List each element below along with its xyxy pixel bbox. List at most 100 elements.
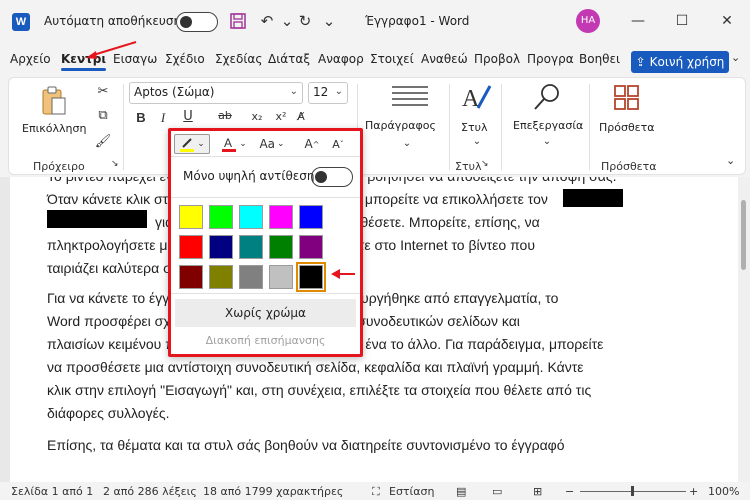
- svg-text:A: A: [224, 136, 232, 150]
- color-swatch[interactable]: [179, 205, 203, 229]
- styles-label[interactable]: Στυλ: [461, 121, 487, 134]
- font-name-combo[interactable]: Aptos (Σώμα) ⌄: [129, 82, 303, 104]
- shrink-font-icon[interactable]: Aˇ: [327, 134, 349, 154]
- close-icon[interactable]: ✕: [716, 10, 738, 32]
- color-swatch[interactable]: [209, 235, 233, 259]
- quick-access-more-icon[interactable]: ⌄: [318, 10, 340, 32]
- paragraph-icon[interactable]: [389, 84, 431, 114]
- color-swatch[interactable]: [269, 235, 293, 259]
- tab-developer[interactable]: Προγρα: [527, 52, 574, 66]
- italic-button[interactable]: I: [155, 110, 171, 126]
- document-title: Έγγραφο1 - Word: [365, 14, 470, 28]
- color-swatch[interactable]: [209, 265, 233, 289]
- highlight-button[interactable]: ⌄: [174, 134, 210, 154]
- word-count[interactable]: 2 από 286 λέξεις: [103, 485, 197, 498]
- tab-layout[interactable]: Διάταξ: [268, 52, 310, 66]
- font-size-value: 12: [313, 85, 329, 99]
- font-name-value: Aptos (Σώμα): [134, 85, 215, 99]
- tab-view[interactable]: Προβολ: [474, 52, 520, 66]
- subscript-button[interactable]: x₂: [247, 110, 267, 123]
- editing-label[interactable]: Επεξεργασία: [513, 119, 583, 132]
- color-swatch[interactable]: [239, 235, 263, 259]
- autosave-label: Αυτόματη αποθήκευση: [44, 14, 182, 28]
- tab-references[interactable]: Αναφορ: [318, 52, 364, 66]
- user-avatar[interactable]: HA: [576, 9, 600, 33]
- status-bar: Σελίδα 1 από 1 2 από 286 λέξεις 18 από 1…: [0, 482, 750, 500]
- minimize-icon[interactable]: —: [627, 10, 649, 32]
- styles-launcher-icon[interactable]: ↘: [481, 159, 489, 169]
- search-icon[interactable]: [531, 82, 563, 114]
- page-count[interactable]: Σελίδα 1 από 1: [11, 485, 93, 498]
- styles-icon[interactable]: A: [459, 82, 493, 116]
- share-button[interactable]: ⇪ Κοινή χρήση: [631, 51, 729, 73]
- tab-file[interactable]: Αρχείο: [10, 52, 51, 66]
- color-swatch[interactable]: [269, 205, 293, 229]
- copy-icon[interactable]: ⧉: [93, 108, 113, 123]
- web-layout-icon[interactable]: ⊞: [533, 485, 542, 498]
- stop-highlight-button[interactable]: Διακοπή επισήμανσης: [171, 329, 360, 351]
- color-swatch[interactable]: [179, 265, 203, 289]
- tab-design[interactable]: Σχεδίας: [215, 52, 262, 66]
- format-painter-icon[interactable]: 🖌: [93, 134, 113, 149]
- paste-icon[interactable]: [39, 86, 69, 118]
- undo-icon[interactable]: ↶: [256, 10, 278, 32]
- underline-button[interactable]: U: [180, 109, 196, 124]
- color-swatch[interactable]: [269, 265, 293, 289]
- color-swatch[interactable]: [209, 205, 233, 229]
- clipboard-launcher-icon[interactable]: ↘: [111, 159, 119, 169]
- styles-dropdown-icon[interactable]: ⌄: [467, 136, 487, 147]
- addins-label[interactable]: Πρόσθετα: [599, 121, 655, 134]
- font-size-combo[interactable]: 12 ⌄: [308, 82, 348, 104]
- color-swatch[interactable]: [239, 205, 263, 229]
- tab-draw[interactable]: Σχέδιο: [165, 52, 205, 66]
- grow-font-icon[interactable]: A ^: [301, 134, 323, 154]
- focus-label[interactable]: Εστίαση: [389, 485, 434, 498]
- color-swatch[interactable]: [179, 235, 203, 259]
- highlight-color-popup: ⌄ A ⌄ Aa ⌄ A ^ Aˇ Μόνο υψηλή αντίθεση Χωρί…: [168, 128, 363, 357]
- tab-help[interactable]: Βοηθει: [579, 52, 620, 66]
- share-label: Κοινή χρήση: [649, 55, 725, 69]
- annotation-arrow-tab: [86, 41, 137, 59]
- color-swatch[interactable]: [299, 205, 323, 229]
- paragraph-label[interactable]: Παράγραφος: [365, 119, 436, 132]
- change-case-button[interactable]: Aa ⌄: [255, 134, 289, 154]
- clear-format-icon[interactable]: A̸: [291, 110, 311, 123]
- tab-mailings[interactable]: Στοιχεί: [370, 52, 414, 66]
- zoom-slider-thumb[interactable]: [631, 486, 634, 496]
- paste-label[interactable]: Επικόλληση: [22, 122, 86, 135]
- high-contrast-label: Μόνο υψηλή αντίθεση: [183, 169, 315, 183]
- high-contrast-toggle[interactable]: [311, 167, 353, 187]
- editing-dropdown-icon[interactable]: ⌄: [537, 136, 557, 147]
- cut-icon[interactable]: ✂: [93, 84, 113, 99]
- print-layout-icon[interactable]: ▭: [492, 485, 502, 498]
- text-line: Το βίντεο παρέχει έναν εξαιρετικό τρόπο …: [47, 177, 687, 188]
- color-swatch[interactable]: [299, 235, 323, 259]
- paragraph-dropdown-icon[interactable]: ⌄: [397, 138, 417, 149]
- bold-button[interactable]: B: [133, 110, 149, 125]
- focus-icon[interactable]: ⛶: [372, 485, 380, 499]
- autosave-toggle[interactable]: [176, 12, 218, 32]
- redo-icon[interactable]: ↻: [294, 10, 316, 32]
- tab-review[interactable]: Αναθεώ: [421, 52, 468, 66]
- font-color-icon: A: [222, 136, 237, 152]
- strikethrough-button[interactable]: ab: [217, 109, 233, 122]
- scrollbar-thumb[interactable]: [741, 200, 746, 270]
- zoom-out-icon[interactable]: −: [565, 485, 574, 498]
- ribbon-collapse-icon[interactable]: ⌄: [726, 154, 735, 167]
- addins-icon[interactable]: [612, 84, 642, 114]
- color-swatch[interactable]: [296, 262, 326, 292]
- no-color-button[interactable]: Χωρίς χρώμα: [175, 299, 356, 327]
- maximize-icon[interactable]: ☐: [671, 10, 693, 32]
- document-page[interactable]: Το βίντεο παρέχει έναν εξαιρετικό τρόπο …: [10, 177, 738, 482]
- font-color-button[interactable]: A ⌄: [217, 134, 251, 154]
- superscript-button[interactable]: x²: [271, 110, 291, 123]
- char-count[interactable]: 18 από 1799 χαρακτήρες: [203, 485, 343, 498]
- zoom-in-icon[interactable]: +: [689, 485, 698, 498]
- read-mode-icon[interactable]: ▤: [456, 485, 466, 498]
- save-icon[interactable]: [227, 10, 249, 32]
- color-swatch[interactable]: [239, 265, 263, 289]
- share-dropdown-icon[interactable]: ⌄: [731, 51, 740, 64]
- zoom-level[interactable]: 100%: [708, 485, 739, 498]
- paragraph-2: Για να κάνετε το έγγραφό σας να φαίνεται…: [47, 287, 687, 425]
- redaction-bar: [563, 189, 623, 207]
